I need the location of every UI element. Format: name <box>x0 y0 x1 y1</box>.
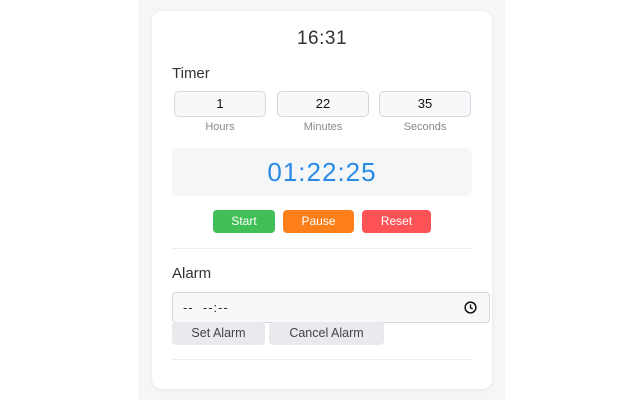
pause-button[interactable]: Pause <box>283 210 354 233</box>
minutes-label: Minutes <box>303 121 343 133</box>
timer-heading: Timer <box>172 65 210 82</box>
seconds-label: Seconds <box>403 121 447 133</box>
hours-label: Hours <box>205 121 235 133</box>
divider <box>172 359 472 360</box>
alarm-time-value: -- --:-- <box>183 300 229 315</box>
current-time: 16:31 <box>296 28 348 49</box>
divider <box>172 248 472 249</box>
minutes-input[interactable]: 22 <box>277 91 369 117</box>
hours-input[interactable]: 1 <box>174 91 266 117</box>
timer-display: 01:22:25 <box>172 148 472 196</box>
clock-icon[interactable] <box>464 301 477 314</box>
alarm-time-input[interactable]: -- --:-- <box>172 292 490 323</box>
start-button[interactable]: Start <box>213 210 275 233</box>
alarm-heading: Alarm <box>172 265 212 282</box>
reset-button[interactable]: Reset <box>362 210 431 233</box>
set-alarm-button[interactable]: Set Alarm <box>172 322 265 345</box>
cancel-alarm-button[interactable]: Cancel Alarm <box>269 322 384 345</box>
clock-card: 16:31 Timer 1 22 35 Hours Minutes Second… <box>152 11 492 389</box>
seconds-input[interactable]: 35 <box>379 91 471 117</box>
